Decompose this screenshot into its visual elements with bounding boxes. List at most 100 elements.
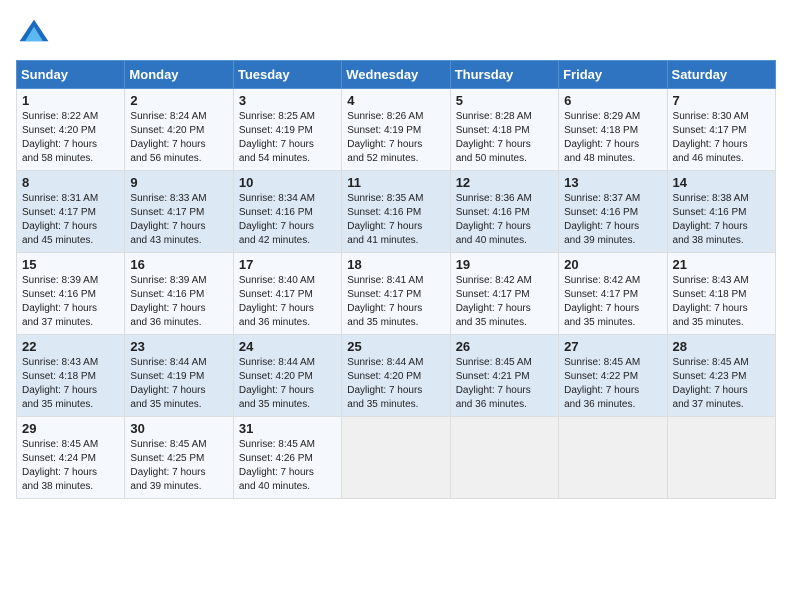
calendar-cell (559, 417, 667, 499)
day-info: Sunrise: 8:26 AM Sunset: 4:19 PM Dayligh… (347, 110, 444, 166)
day-info: Sunrise: 8:22 AM Sunset: 4:20 PM Dayligh… (22, 110, 119, 166)
day-info: Sunrise: 8:30 AM Sunset: 4:17 PM Dayligh… (673, 110, 770, 166)
day-info: Sunrise: 8:44 AM Sunset: 4:20 PM Dayligh… (347, 356, 444, 412)
calendar-cell: 4 Sunrise: 8:26 AM Sunset: 4:19 PM Daylig… (342, 89, 450, 171)
calendar-cell: 29Sunrise: 8:45 AM Sunset: 4:24 PM Dayli… (17, 417, 125, 499)
day-number: 12 (456, 175, 553, 190)
day-number: 7 (673, 93, 770, 108)
day-number: 17 (239, 257, 336, 272)
calendar-cell: 20 Sunrise: 8:42 AM Sunset: 4:17 PM Dayli… (559, 253, 667, 335)
day-info: Sunrise: 8:25 AM Sunset: 4:19 PM Dayligh… (239, 110, 336, 166)
day-number: 24 (239, 339, 336, 354)
day-info: Sunrise: 8:44 AM Sunset: 4:20 PM Dayligh… (239, 356, 336, 412)
day-number: 29 (22, 421, 119, 436)
calendar-table: SundayMondayTuesdayWednesdayThursdayFrid… (16, 60, 776, 499)
day-number: 16 (130, 257, 227, 272)
day-number: 28 (673, 339, 770, 354)
week-row-2: 8Sunrise: 8:31 AM Sunset: 4:17 PM Daylig… (17, 171, 776, 253)
header-wednesday: Wednesday (342, 61, 450, 89)
week-row-4: 22 Sunrise: 8:43 AM Sunset: 4:18 PM Dayli… (17, 335, 776, 417)
calendar-cell: 22 Sunrise: 8:43 AM Sunset: 4:18 PM Dayli… (17, 335, 125, 417)
calendar-cell: 2 Sunrise: 8:24 AM Sunset: 4:20 PM Daylig… (125, 89, 233, 171)
day-number: 27 (564, 339, 661, 354)
day-number: 23 (130, 339, 227, 354)
day-number: 6 (564, 93, 661, 108)
calendar-cell: 24 Sunrise: 8:44 AM Sunset: 4:20 PM Dayli… (233, 335, 341, 417)
day-info: Sunrise: 8:28 AM Sunset: 4:18 PM Dayligh… (456, 110, 553, 166)
day-number: 5 (456, 93, 553, 108)
calendar-cell (667, 417, 775, 499)
day-info: Sunrise: 8:33 AM Sunset: 4:17 PM Dayligh… (130, 192, 227, 248)
day-info: Sunrise: 8:34 AM Sunset: 4:16 PM Dayligh… (239, 192, 336, 248)
day-info: Sunrise: 8:45 AM Sunset: 4:23 PM Dayligh… (673, 356, 770, 412)
day-number: 3 (239, 93, 336, 108)
calendar-cell: 28 Sunrise: 8:45 AM Sunset: 4:23 PM Dayli… (667, 335, 775, 417)
calendar-cell: 27Sunrise: 8:45 AM Sunset: 4:22 PM Dayli… (559, 335, 667, 417)
day-number: 21 (673, 257, 770, 272)
day-info: Sunrise: 8:42 AM Sunset: 4:17 PM Dayligh… (564, 274, 661, 330)
logo (16, 16, 56, 52)
calendar-header-row: SundayMondayTuesdayWednesdayThursdayFrid… (17, 61, 776, 89)
calendar-cell: 30Sunrise: 8:45 AM Sunset: 4:25 PM Dayli… (125, 417, 233, 499)
day-info: Sunrise: 8:43 AM Sunset: 4:18 PM Dayligh… (22, 356, 119, 412)
day-number: 31 (239, 421, 336, 436)
week-row-1: 1 Sunrise: 8:22 AM Sunset: 4:20 PM Daylig… (17, 89, 776, 171)
calendar-cell: 18 Sunrise: 8:41 AM Sunset: 4:17 PM Dayli… (342, 253, 450, 335)
day-info: Sunrise: 8:41 AM Sunset: 4:17 PM Dayligh… (347, 274, 444, 330)
calendar-cell: 26Sunrise: 8:45 AM Sunset: 4:21 PM Dayli… (450, 335, 558, 417)
day-info: Sunrise: 8:45 AM Sunset: 4:25 PM Dayligh… (130, 438, 227, 494)
day-number: 13 (564, 175, 661, 190)
day-number: 11 (347, 175, 444, 190)
calendar-cell: 15 Sunrise: 8:39 AM Sunset: 4:16 PM Dayli… (17, 253, 125, 335)
day-info: Sunrise: 8:40 AM Sunset: 4:17 PM Dayligh… (239, 274, 336, 330)
calendar-cell: 8Sunrise: 8:31 AM Sunset: 4:17 PM Daylig… (17, 171, 125, 253)
logo-icon (16, 16, 52, 52)
calendar-cell: 10 Sunrise: 8:34 AM Sunset: 4:16 PM Dayli… (233, 171, 341, 253)
header-thursday: Thursday (450, 61, 558, 89)
day-info: Sunrise: 8:45 AM Sunset: 4:26 PM Dayligh… (239, 438, 336, 494)
day-number: 1 (22, 93, 119, 108)
calendar-cell: 7 Sunrise: 8:30 AM Sunset: 4:17 PM Daylig… (667, 89, 775, 171)
day-info: Sunrise: 8:42 AM Sunset: 4:17 PM Dayligh… (456, 274, 553, 330)
day-info: Sunrise: 8:39 AM Sunset: 4:16 PM Dayligh… (22, 274, 119, 330)
calendar-cell: 1 Sunrise: 8:22 AM Sunset: 4:20 PM Daylig… (17, 89, 125, 171)
calendar-cell: 21Sunrise: 8:43 AM Sunset: 4:18 PM Dayli… (667, 253, 775, 335)
calendar-cell: 31 Sunrise: 8:45 AM Sunset: 4:26 PM Dayli… (233, 417, 341, 499)
week-row-5: 29Sunrise: 8:45 AM Sunset: 4:24 PM Dayli… (17, 417, 776, 499)
header-tuesday: Tuesday (233, 61, 341, 89)
day-info: Sunrise: 8:39 AM Sunset: 4:16 PM Dayligh… (130, 274, 227, 330)
day-info: Sunrise: 8:44 AM Sunset: 4:19 PM Dayligh… (130, 356, 227, 412)
day-info: Sunrise: 8:38 AM Sunset: 4:16 PM Dayligh… (673, 192, 770, 248)
header-monday: Monday (125, 61, 233, 89)
day-number: 20 (564, 257, 661, 272)
day-number: 26 (456, 339, 553, 354)
calendar-cell: 25 Sunrise: 8:44 AM Sunset: 4:20 PM Dayli… (342, 335, 450, 417)
day-number: 14 (673, 175, 770, 190)
day-info: Sunrise: 8:37 AM Sunset: 4:16 PM Dayligh… (564, 192, 661, 248)
week-row-3: 15 Sunrise: 8:39 AM Sunset: 4:16 PM Dayli… (17, 253, 776, 335)
calendar-cell: 3 Sunrise: 8:25 AM Sunset: 4:19 PM Daylig… (233, 89, 341, 171)
calendar-cell: 11Sunrise: 8:35 AM Sunset: 4:16 PM Dayli… (342, 171, 450, 253)
day-number: 18 (347, 257, 444, 272)
header-sunday: Sunday (17, 61, 125, 89)
day-number: 15 (22, 257, 119, 272)
calendar-cell (450, 417, 558, 499)
day-number: 2 (130, 93, 227, 108)
calendar-cell: 13 Sunrise: 8:37 AM Sunset: 4:16 PM Dayli… (559, 171, 667, 253)
calendar-cell: 5 Sunrise: 8:28 AM Sunset: 4:18 PM Daylig… (450, 89, 558, 171)
calendar-cell: 23 Sunrise: 8:44 AM Sunset: 4:19 PM Dayli… (125, 335, 233, 417)
calendar-cell: 6Sunrise: 8:29 AM Sunset: 4:18 PM Daylig… (559, 89, 667, 171)
header-saturday: Saturday (667, 61, 775, 89)
calendar-cell: 16 Sunrise: 8:39 AM Sunset: 4:16 PM Dayli… (125, 253, 233, 335)
day-number: 4 (347, 93, 444, 108)
day-number: 25 (347, 339, 444, 354)
calendar-cell: 14 Sunrise: 8:38 AM Sunset: 4:16 PM Dayli… (667, 171, 775, 253)
header-friday: Friday (559, 61, 667, 89)
day-info: Sunrise: 8:36 AM Sunset: 4:16 PM Dayligh… (456, 192, 553, 248)
day-number: 8 (22, 175, 119, 190)
day-info: Sunrise: 8:24 AM Sunset: 4:20 PM Dayligh… (130, 110, 227, 166)
day-number: 22 (22, 339, 119, 354)
calendar-cell (342, 417, 450, 499)
day-number: 10 (239, 175, 336, 190)
calendar-cell: 9Sunrise: 8:33 AM Sunset: 4:17 PM Daylig… (125, 171, 233, 253)
